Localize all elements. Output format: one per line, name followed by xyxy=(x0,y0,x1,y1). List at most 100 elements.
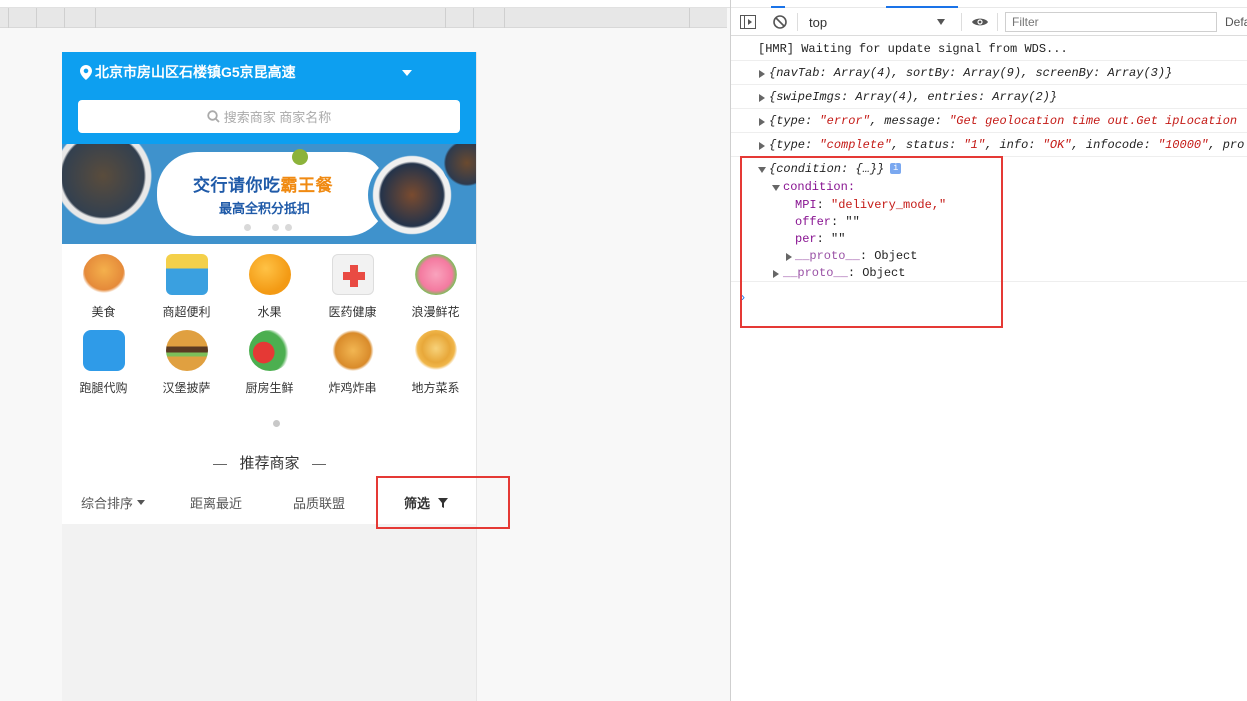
recommend-title-text: 推荐商家 xyxy=(239,455,300,472)
category-item[interactable]: 厨房生鲜 xyxy=(228,320,311,396)
context-value: top xyxy=(809,14,828,30)
log-object[interactable]: {type: "complete", status: "1", info: "O… xyxy=(769,138,1244,152)
log-levels-select[interactable]: Defa xyxy=(1225,15,1247,29)
banner-title-highlight: 霸王餐 xyxy=(280,176,333,195)
log-fragment: , info: xyxy=(985,138,1043,152)
expand-arrow-icon[interactable] xyxy=(759,94,765,102)
log-fragment: , status: xyxy=(891,138,964,152)
context-select[interactable]: top xyxy=(803,12,951,32)
mobile-app: 北京市房山区石楼镇G5京昆高速 搜索商家 商家名称 交行请你吃霸王餐 最高全积分… xyxy=(62,52,477,701)
console-message[interactable]: {type: "complete", status: "1", info: "O… xyxy=(731,133,1247,157)
sort-quality[interactable]: 品质联盟 xyxy=(293,493,345,512)
console-message[interactable]: {type: "error", message: "Get geolocatio… xyxy=(731,109,1247,133)
console-message[interactable]: {swipeImgs: Array(4), entries: Array(2)} xyxy=(731,85,1247,109)
device-ruler xyxy=(0,8,727,28)
search-placeholder: 搜索商家 商家名称 xyxy=(223,110,332,125)
rose-flower-icon xyxy=(414,254,457,295)
location-selector[interactable]: 北京市房山区石楼镇G5京昆高速 xyxy=(80,62,296,82)
recommend-title: 推荐商家 xyxy=(62,452,476,473)
console-toolbar: top Defa xyxy=(731,8,1247,36)
fried-chicken-icon xyxy=(331,330,374,371)
log-object[interactable]: {type: "error", message: "Get geolocatio… xyxy=(769,114,1237,128)
console-message[interactable]: {navTab: Array(4), sortBy: Array(9), scr… xyxy=(731,61,1247,85)
devtools-panel: top Defa [HMR] Waiting for update signal… xyxy=(730,0,1247,701)
category-item[interactable]: 地方菜系 xyxy=(394,320,476,396)
log-fragment: , pro xyxy=(1208,138,1245,152)
caret-down-icon xyxy=(137,500,146,505)
search-input[interactable]: 搜索商家 商家名称 xyxy=(78,100,460,133)
category-label: 地方菜系 xyxy=(411,381,460,395)
location-text: 北京市房山区石楼镇G5京昆高速 xyxy=(95,64,296,80)
location-pin-icon xyxy=(80,64,92,80)
category-label: 炸鸡炸串 xyxy=(328,381,377,395)
category-item[interactable]: 跑腿代购 xyxy=(62,320,145,396)
console-filter-input[interactable] xyxy=(1005,12,1217,32)
category-item[interactable]: 汉堡披萨 xyxy=(145,320,228,396)
noodle-bowl-icon xyxy=(414,330,457,371)
console-message: [HMR] Waiting for update signal from WDS… xyxy=(731,37,1247,61)
banner-dot[interactable] xyxy=(244,224,251,231)
location-dropdown-icon[interactable] xyxy=(402,70,412,76)
banner-subtitle: 最高全积分抵扣 xyxy=(219,201,311,216)
expand-arrow-icon[interactable] xyxy=(759,118,765,126)
category-page-dot[interactable] xyxy=(273,420,280,427)
orange-fruit-icon xyxy=(248,254,291,295)
sidebar-toggle-icon[interactable] xyxy=(739,13,757,31)
log-fragment: , infocode: xyxy=(1071,138,1158,152)
ruler-tick xyxy=(504,8,505,28)
log-string: "error" xyxy=(819,114,870,128)
sort-label: 品质联盟 xyxy=(293,496,346,511)
medical-kit-icon xyxy=(331,254,374,295)
banner-dot[interactable] xyxy=(272,224,279,231)
vegetables-icon xyxy=(248,330,291,371)
category-item[interactable]: 水果 xyxy=(228,244,311,320)
burger-food-icon xyxy=(82,254,125,295)
log-object[interactable]: {navTab: Array(4), sortBy: Array(9), scr… xyxy=(769,66,1172,80)
category-label: 汉堡披萨 xyxy=(162,381,211,395)
log-fragment: {type: xyxy=(769,138,820,152)
promo-banner[interactable]: 交行请你吃霸王餐 最高全积分抵扣 xyxy=(62,144,476,244)
category-item[interactable]: 美食 xyxy=(62,244,145,320)
search-icon xyxy=(206,110,220,123)
browser-viewport: 北京市房山区石楼镇G5京昆高速 搜索商家 商家名称 交行请你吃霸王餐 最高全积分… xyxy=(0,0,730,701)
lime-image xyxy=(292,149,308,165)
food-plate-image xyxy=(62,144,158,226)
hamburger-icon xyxy=(165,330,208,371)
category-label: 跑腿代购 xyxy=(79,381,128,395)
highlight-box xyxy=(740,156,1003,328)
sort-distance[interactable]: 距离最近 xyxy=(190,493,242,512)
sort-label: 综合排序 xyxy=(81,496,134,511)
clear-console-icon[interactable] xyxy=(771,13,789,31)
sidebar-toggle-glyph xyxy=(740,15,756,29)
log-fragment: {type: xyxy=(769,114,820,128)
category-item[interactable]: 浪漫鲜花 xyxy=(394,244,476,320)
log-object[interactable]: {swipeImgs: Array(4), entries: Array(2)} xyxy=(769,90,1057,104)
log-string: "Get geolocation time out.Get ipLocation xyxy=(949,114,1238,128)
screen: 北京市房山区石楼镇G5京昆高速 搜索商家 商家名称 交行请你吃霸王餐 最高全积分… xyxy=(0,0,1247,701)
log-string: "1" xyxy=(963,138,986,152)
ruler-tick xyxy=(473,8,474,28)
category-item[interactable]: 炸鸡炸串 xyxy=(311,320,394,396)
category-item[interactable]: 医药健康 xyxy=(311,244,394,320)
category-item[interactable]: 商超便利 xyxy=(145,244,228,320)
category-label: 浪漫鲜花 xyxy=(411,305,460,319)
sort-comprehensive[interactable]: 综合排序 xyxy=(81,493,146,512)
clear-console-glyph xyxy=(773,15,787,29)
eye-glyph xyxy=(972,18,988,26)
toolbar-separator xyxy=(961,13,962,31)
expand-arrow-icon[interactable] xyxy=(759,70,765,78)
ruler-tick xyxy=(445,8,446,28)
ruler-tick xyxy=(64,8,65,28)
banner-dot[interactable] xyxy=(285,224,292,231)
highlight-box xyxy=(376,476,510,529)
ruler-tick xyxy=(689,8,690,28)
title-divider xyxy=(213,463,228,465)
ruler-tick xyxy=(36,8,37,28)
category-label: 商超便利 xyxy=(162,305,211,319)
sort-label: 距离最近 xyxy=(190,496,243,511)
errand-bag-icon xyxy=(82,330,125,371)
log-fragment: , message: xyxy=(869,114,950,128)
live-expression-eye-icon[interactable] xyxy=(971,13,989,31)
expand-arrow-icon[interactable] xyxy=(759,142,765,150)
category-label: 水果 xyxy=(257,305,282,319)
